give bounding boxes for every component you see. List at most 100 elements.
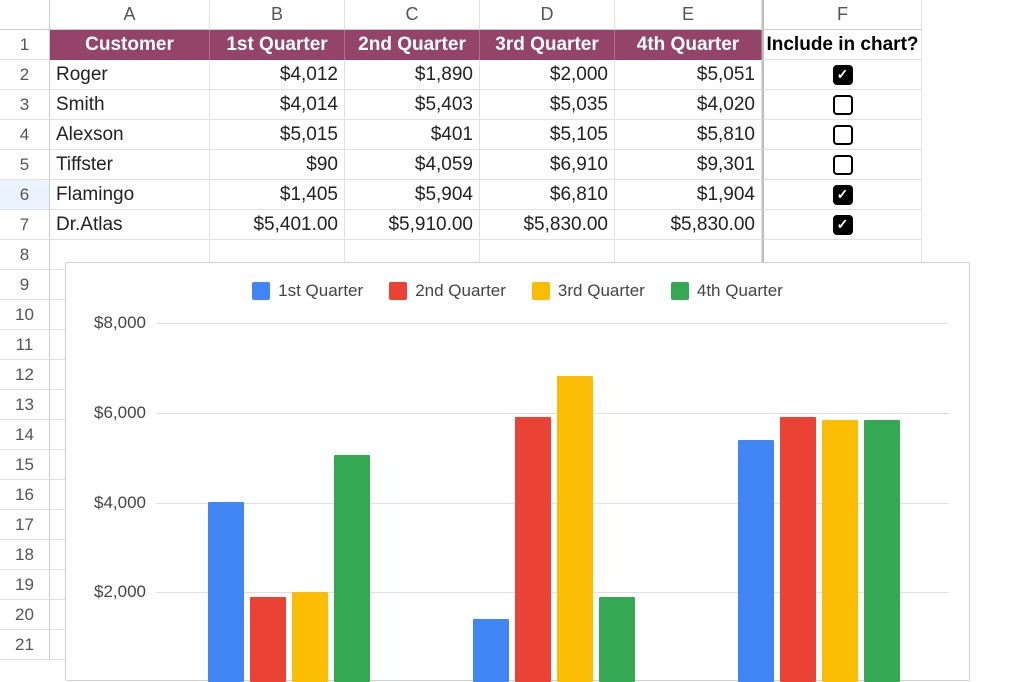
cell-q4[interactable]: $9,301 <box>615 150 762 180</box>
chart-ytick-label: $8,000 <box>76 313 146 333</box>
include-checkbox[interactable] <box>833 125 853 145</box>
chart-bar <box>864 420 900 682</box>
column-header-D[interactable]: D <box>480 0 615 30</box>
cell-q1[interactable]: $4,014 <box>210 90 345 120</box>
cell-q4[interactable]: $5,830.00 <box>615 210 762 240</box>
legend-swatch-q3 <box>532 282 550 300</box>
cell-q3[interactable]: $6,910 <box>480 150 615 180</box>
cell-q4[interactable]: $5,810 <box>615 120 762 150</box>
row-header-6[interactable]: 6 <box>0 180 50 210</box>
cell-q1[interactable]: $5,015 <box>210 120 345 150</box>
chart-gridline <box>156 413 949 414</box>
table-header-q1[interactable]: 1st Quarter <box>210 30 345 60</box>
column-header-F[interactable]: F <box>762 0 922 30</box>
cell-customer[interactable]: Tiffster <box>50 150 210 180</box>
row-header-12[interactable]: 12 <box>0 360 50 390</box>
chart-bar <box>557 376 593 682</box>
cell-q3[interactable]: $5,105 <box>480 120 615 150</box>
cell-customer[interactable]: Roger <box>50 60 210 90</box>
cell-customer[interactable]: Dr.Atlas <box>50 210 210 240</box>
row-header-3[interactable]: 3 <box>0 90 50 120</box>
cell-include[interactable] <box>762 150 922 180</box>
cell-q2[interactable]: $5,904 <box>345 180 480 210</box>
column-header-E[interactable]: E <box>615 0 762 30</box>
legend-item-q4: 4th Quarter <box>671 281 783 301</box>
cell-q2[interactable]: $4,059 <box>345 150 480 180</box>
row-header-10[interactable]: 10 <box>0 300 50 330</box>
chart-ytick-label: $2,000 <box>76 582 146 602</box>
cell-q2[interactable]: $1,890 <box>345 60 480 90</box>
chart-bar <box>822 420 858 682</box>
cell-include[interactable] <box>762 90 922 120</box>
cell-q1[interactable]: $90 <box>210 150 345 180</box>
chart-bar <box>599 597 635 682</box>
chart-gridline <box>156 323 949 324</box>
row-header-11[interactable]: 11 <box>0 330 50 360</box>
row-header-21[interactable]: 21 <box>0 630 50 660</box>
row-header-7[interactable]: 7 <box>0 210 50 240</box>
row-header-13[interactable]: 13 <box>0 390 50 420</box>
cell-include[interactable] <box>762 60 922 90</box>
row-header-9[interactable]: 9 <box>0 270 50 300</box>
cell-include[interactable] <box>762 180 922 210</box>
cell-q3[interactable]: $6,810 <box>480 180 615 210</box>
cell-q2[interactable]: $5,910.00 <box>345 210 480 240</box>
cell-q4[interactable]: $4,020 <box>615 90 762 120</box>
cell-q4[interactable]: $5,051 <box>615 60 762 90</box>
legend-label: 3rd Quarter <box>558 281 645 301</box>
include-checkbox[interactable] <box>833 155 853 175</box>
cell-customer[interactable]: Smith <box>50 90 210 120</box>
cell-q1[interactable]: $4,012 <box>210 60 345 90</box>
row-header-5[interactable]: 5 <box>0 150 50 180</box>
row-header-1[interactable]: 1 <box>0 30 50 60</box>
cell-include[interactable] <box>762 120 922 150</box>
row-header-8[interactable]: 8 <box>0 240 50 270</box>
include-checkbox[interactable] <box>833 65 853 85</box>
table-header-q4[interactable]: 4th Quarter <box>615 30 762 60</box>
column-header-A[interactable]: A <box>50 0 210 30</box>
chart-bar <box>250 597 286 682</box>
table-header-q2[interactable]: 2nd Quarter <box>345 30 480 60</box>
cell-q1[interactable]: $1,405 <box>210 180 345 210</box>
column-header-C[interactable]: C <box>345 0 480 30</box>
chart-bar <box>738 440 774 682</box>
legend-swatch-q4 <box>671 282 689 300</box>
cell-q2[interactable]: $5,403 <box>345 90 480 120</box>
row-header-18[interactable]: 18 <box>0 540 50 570</box>
cell-q3[interactable]: $2,000 <box>480 60 615 90</box>
row-header-17[interactable]: 17 <box>0 510 50 540</box>
legend-swatch-q1 <box>252 282 270 300</box>
row-header-16[interactable]: 16 <box>0 480 50 510</box>
chart-bar <box>292 592 328 682</box>
chart-bar <box>334 455 370 682</box>
legend-item-q3: 3rd Quarter <box>532 281 645 301</box>
cell-q4[interactable]: $1,904 <box>615 180 762 210</box>
table-header-q3[interactable]: 3rd Quarter <box>480 30 615 60</box>
grid-corner[interactable] <box>0 0 50 30</box>
cell-q2[interactable]: $401 <box>345 120 480 150</box>
cell-q3[interactable]: $5,830.00 <box>480 210 615 240</box>
row-header-14[interactable]: 14 <box>0 420 50 450</box>
column-header-B[interactable]: B <box>210 0 345 30</box>
table-header-customer[interactable]: Customer <box>50 30 210 60</box>
cell-q1[interactable]: $5,401.00 <box>210 210 345 240</box>
cell-customer[interactable]: Alexson <box>50 120 210 150</box>
cell-q3[interactable]: $5,035 <box>480 90 615 120</box>
chart-plot-area: $8,000$6,000$4,000$2,000 <box>156 323 949 682</box>
table-header-include[interactable]: Include in chart? <box>762 30 922 60</box>
row-header-20[interactable]: 20 <box>0 600 50 630</box>
legend-label: 1st Quarter <box>278 281 363 301</box>
legend-swatch-q2 <box>389 282 407 300</box>
row-header-19[interactable]: 19 <box>0 570 50 600</box>
row-header-2[interactable]: 2 <box>0 60 50 90</box>
include-checkbox[interactable] <box>833 185 853 205</box>
cell-include[interactable] <box>762 210 922 240</box>
include-checkbox[interactable] <box>833 215 853 235</box>
include-checkbox[interactable] <box>833 95 853 115</box>
cell-customer[interactable]: Flamingo <box>50 180 210 210</box>
embedded-chart[interactable]: 1st Quarter 2nd Quarter 3rd Quarter 4th … <box>65 262 970 681</box>
row-header-15[interactable]: 15 <box>0 450 50 480</box>
legend-label: 2nd Quarter <box>415 281 506 301</box>
chart-bar <box>208 502 244 682</box>
row-header-4[interactable]: 4 <box>0 120 50 150</box>
